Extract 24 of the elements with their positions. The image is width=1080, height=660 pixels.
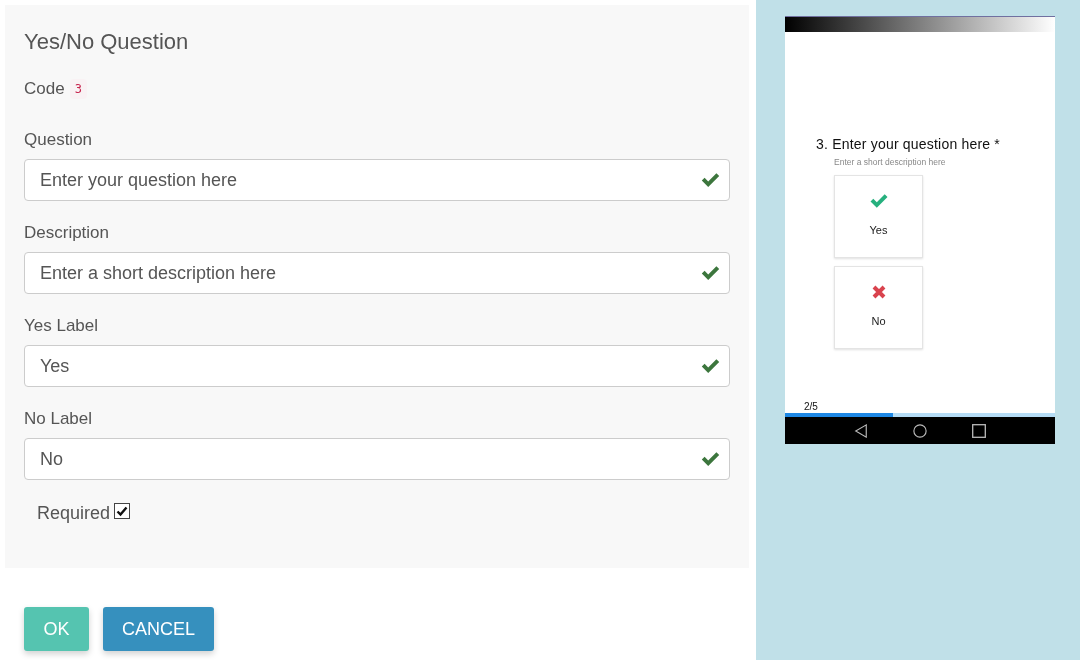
required-label: Required xyxy=(37,503,111,523)
form-title: Yes/No Question xyxy=(24,29,190,55)
field-label: Question xyxy=(24,130,94,150)
code-value: 3 xyxy=(69,79,87,99)
code-label: Code xyxy=(24,79,65,99)
answer-option[interactable]: No xyxy=(834,266,923,349)
input-field[interactable]: Yes xyxy=(24,345,730,387)
check-icon xyxy=(869,194,888,208)
cross-icon xyxy=(871,285,886,299)
answer-option[interactable]: Yes xyxy=(834,175,923,258)
required-checkbox[interactable] xyxy=(114,503,131,519)
page-counter: 2/5 xyxy=(804,401,818,413)
recent-apps-icon[interactable] xyxy=(972,423,986,438)
input-field[interactable]: Enter a short description here xyxy=(24,252,730,294)
input-field[interactable]: Enter your question here xyxy=(24,159,730,201)
cancel-button[interactable]: CANCEL xyxy=(103,607,214,651)
back-icon[interactable] xyxy=(854,423,868,438)
input-field[interactable]: No xyxy=(24,438,730,480)
home-icon[interactable] xyxy=(913,423,927,438)
preview-question: 3. Enter your question here * xyxy=(816,135,1001,153)
field-label: Description xyxy=(24,223,111,243)
preview-description: Enter a short description here xyxy=(834,157,946,167)
field-label: No Label xyxy=(24,409,94,429)
field-label: Yes Label xyxy=(24,316,100,336)
